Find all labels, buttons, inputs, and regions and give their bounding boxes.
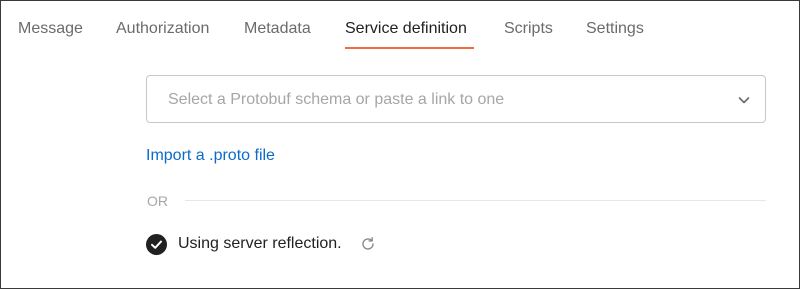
server-reflection-label: Using server reflection. (178, 235, 342, 252)
divider-line (185, 200, 766, 201)
protobuf-schema-select[interactable]: Select a Protobuf schema or paste a link… (146, 75, 766, 123)
request-tabs: Message Authorization Metadata Service d… (1, 1, 799, 49)
check-circle-icon (146, 234, 167, 255)
tab-service-definition[interactable]: Service definition (345, 19, 467, 39)
tab-metadata[interactable]: Metadata (244, 19, 311, 39)
or-divider-label: OR (147, 193, 168, 209)
tab-authorization[interactable]: Authorization (116, 19, 209, 39)
schema-select-placeholder: Select a Protobuf schema or paste a link… (168, 91, 505, 108)
refresh-icon[interactable] (360, 236, 376, 252)
chevron-down-icon (738, 97, 750, 104)
tab-message[interactable]: Message (18, 19, 83, 39)
tab-settings[interactable]: Settings (586, 19, 644, 39)
service-definition-panel: Message Authorization Metadata Service d… (0, 0, 800, 289)
tab-scripts[interactable]: Scripts (504, 19, 553, 39)
active-tab-indicator (345, 47, 474, 49)
import-proto-file-link[interactable]: Import a .proto file (146, 146, 275, 166)
